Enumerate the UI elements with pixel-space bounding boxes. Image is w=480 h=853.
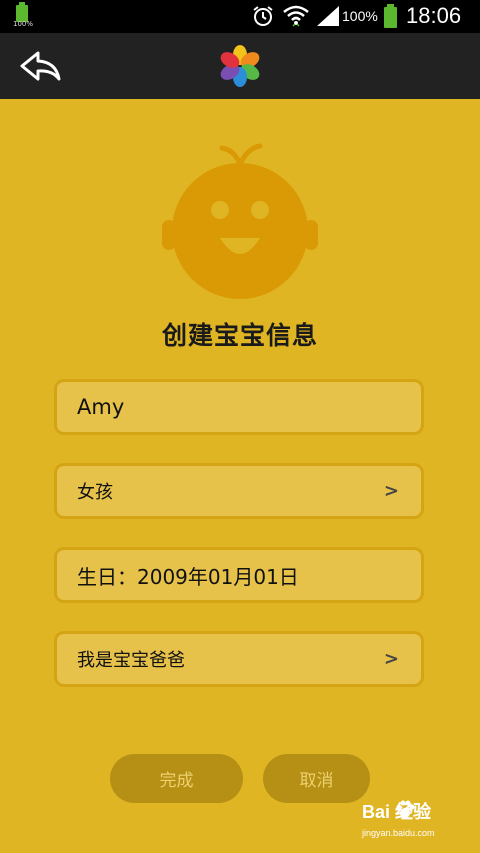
birthday-value: 生日：2009年01月01日 [77, 564, 299, 589]
baby-face-icon [162, 143, 318, 299]
name-field[interactable]: Amy [54, 379, 424, 435]
watermark-text: Bai 经验 [362, 802, 432, 822]
small-battery-label: 100% [13, 20, 34, 28]
flower-logo-icon [220, 45, 260, 87]
gender-value: 女孩 [77, 482, 113, 503]
status-clock: 18:06 [406, 3, 462, 28]
gender-selector[interactable]: 女孩 > [54, 463, 424, 519]
name-value: Amy [77, 395, 125, 419]
watermark-sub: jingyan.baidu.com [362, 828, 435, 838]
back-button[interactable] [14, 45, 66, 89]
back-arrow-icon [20, 51, 61, 81]
battery-full-icon [384, 4, 397, 28]
action-bar [0, 33, 480, 99]
parent-role-selector[interactable]: 我是宝宝爸爸 > [54, 631, 424, 687]
cell-signal-icon [317, 6, 339, 26]
status-bar: 100% 100% 18:06 [0, 0, 480, 33]
page-title: 创建宝宝信息 [161, 321, 318, 350]
parent-role-value: 我是宝宝爸爸 [77, 650, 185, 671]
battery-percent: 100% [342, 8, 378, 24]
wifi-icon [283, 5, 309, 27]
birthday-field[interactable]: 生日：2009年01月01日 [54, 547, 424, 603]
baidu-watermark: Bai 经验 jingyan.baidu.com [340, 795, 475, 845]
alarm-clock-icon [253, 6, 273, 26]
chevron-right-icon: > [383, 648, 399, 670]
done-button[interactable]: 完成 [110, 754, 243, 803]
chevron-right-icon: > [383, 480, 399, 502]
